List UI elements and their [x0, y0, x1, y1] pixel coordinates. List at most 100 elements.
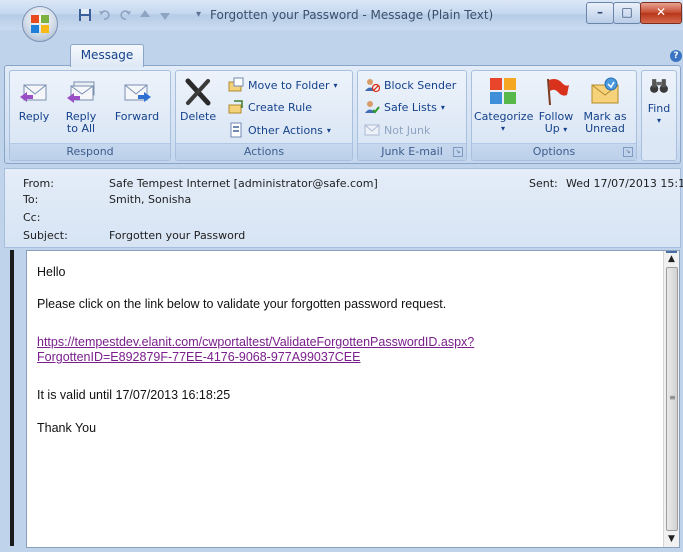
- save-icon[interactable]: [78, 8, 92, 22]
- actions-group-label: Actions: [176, 143, 352, 160]
- actions-group: Delete Move to Folder ▾ Create Rule Othe…: [175, 70, 353, 161]
- flag-icon: [547, 78, 569, 106]
- chevron-down-icon: ▾: [500, 124, 505, 133]
- body-instruction: Please click on the link below to valida…: [37, 297, 447, 311]
- reply-all-label-2: to All: [66, 122, 96, 135]
- categorize-button[interactable]: Categorize ▾: [474, 75, 534, 135]
- grip-icon: ≡: [669, 393, 676, 402]
- find-button[interactable]: Find ▾: [642, 75, 676, 127]
- other-actions-button[interactable]: Other Actions ▾: [228, 122, 331, 138]
- office-button[interactable]: [22, 6, 58, 42]
- to-value[interactable]: Smith, Sonisha: [109, 193, 191, 206]
- minimize-icon: –: [597, 5, 603, 19]
- validation-link-line-2[interactable]: ForgottenID=E892879F-77EE-4176-9068-977A…: [37, 350, 361, 364]
- sent-value: Wed 17/07/2013 15:18: [566, 177, 683, 190]
- respond-group-label: Respond: [10, 143, 170, 160]
- other-actions-icon: [230, 122, 242, 138]
- delete-label: Delete: [180, 110, 217, 123]
- chevron-down-icon: ▾: [563, 125, 568, 134]
- not-junk-label: Not Junk: [384, 123, 431, 137]
- help-icon[interactable]: ?: [670, 50, 682, 62]
- sent-label: Sent:: [529, 177, 558, 190]
- from-value[interactable]: Safe Tempest Internet [administrator@saf…: [109, 177, 378, 190]
- office-logo-icon: [31, 15, 49, 33]
- reply-label: Reply: [18, 110, 50, 123]
- mark-unread-envelope-icon: [591, 77, 619, 104]
- delete-button[interactable]: Delete: [180, 75, 216, 123]
- find-label: Find: [647, 102, 671, 115]
- body-greeting: Hello: [37, 265, 66, 279]
- block-sender-label: Block Sender: [384, 78, 457, 92]
- validation-link[interactable]: https://tempestdev.elanit.com/cwportalte…: [37, 335, 474, 365]
- subject-value: Forgotten your Password: [109, 229, 246, 242]
- close-button[interactable]: ✕: [640, 2, 682, 24]
- maximize-button[interactable]: □: [613, 2, 641, 24]
- scrollbar-thumb[interactable]: ≡: [666, 267, 678, 531]
- binoculars-icon: [650, 79, 668, 93]
- forward-button[interactable]: Forward: [110, 75, 164, 123]
- cc-label: Cc:: [23, 211, 41, 224]
- reading-pane-edge: [10, 250, 14, 546]
- maximize-icon: □: [621, 5, 633, 19]
- follow-up-button[interactable]: Follow Up ▾: [534, 75, 578, 136]
- options-group-label: Options: [472, 143, 636, 160]
- not-junk-icon: [364, 124, 380, 136]
- scrollbar-top-edge: [666, 251, 677, 253]
- redo-icon[interactable]: [118, 8, 132, 22]
- safe-lists-button[interactable]: Safe Lists ▾: [364, 99, 445, 115]
- down-arrow-icon[interactable]: [158, 8, 172, 22]
- body-validity: It is valid until 17/07/2013 16:18:25: [37, 388, 231, 402]
- reply-button[interactable]: Reply: [14, 75, 54, 123]
- mark-unread-label-2: Unread: [585, 122, 625, 135]
- quick-access-toolbar: [78, 6, 172, 24]
- customize-qat-icon[interactable]: ▾: [196, 9, 201, 20]
- junk-email-group-label: Junk E-mail: [358, 143, 466, 160]
- safe-lists-icon: [365, 101, 380, 114]
- follow-up-label-2-row: Up ▾: [534, 123, 578, 136]
- tab-message[interactable]: Message: [70, 44, 144, 67]
- close-icon: ✕: [655, 5, 667, 19]
- reply-all-icon: [67, 81, 95, 103]
- create-rule-label: Create Rule: [248, 100, 312, 114]
- follow-up-label-2: Up: [544, 122, 560, 135]
- mark-as-unread-button[interactable]: Mark as Unread: [580, 75, 630, 135]
- body-closing: Thank You: [37, 421, 97, 435]
- to-label: To:: [23, 193, 39, 206]
- chevron-down-icon: ▾: [656, 116, 661, 125]
- move-to-folder-label: Move to Folder: [248, 78, 330, 92]
- message-body-pane[interactable]: Hello Please click on the link below to …: [26, 250, 680, 548]
- move-folder-icon: [228, 77, 244, 92]
- other-actions-label: Other Actions: [248, 123, 323, 137]
- not-junk-button[interactable]: Not Junk: [364, 122, 430, 138]
- message-header: From: Safe Tempest Internet [administrat…: [4, 168, 683, 248]
- scroll-down-arrow-icon[interactable]: ▼: [666, 534, 677, 544]
- subject-label: Subject:: [23, 229, 68, 242]
- options-group: Categorize ▾ Follow Up ▾ Mark as Unread …: [471, 70, 637, 161]
- up-arrow-icon[interactable]: [138, 8, 152, 22]
- validation-link-line-1[interactable]: https://tempestdev.elanit.com/cwportalte…: [37, 335, 474, 349]
- scroll-up-arrow-icon[interactable]: ▲: [666, 254, 677, 264]
- title-bar: ▾ Forgotten your Password - Message (Pla…: [0, 0, 683, 30]
- move-to-folder-button[interactable]: Move to Folder ▾: [228, 77, 338, 93]
- categorize-icon: [490, 78, 516, 104]
- vertical-scrollbar[interactable]: ▲ ≡ ▼: [663, 251, 679, 547]
- options-dialog-launcher-icon[interactable]: ↘: [623, 147, 633, 157]
- reply-all-button[interactable]: Reply to All: [58, 75, 104, 135]
- forward-icon: [124, 84, 151, 102]
- safe-lists-label: Safe Lists: [384, 100, 437, 114]
- chevron-down-icon: ▾: [326, 125, 331, 135]
- window-title: Forgotten your Password - Message (Plain…: [210, 8, 494, 22]
- from-label: From:: [23, 177, 54, 190]
- chevron-down-icon: ▾: [440, 102, 445, 112]
- categorize-label: Categorize: [474, 110, 534, 123]
- forward-label: Forward: [114, 110, 160, 123]
- chevron-down-icon: ▾: [333, 80, 338, 90]
- find-group: Find ▾: [641, 70, 677, 161]
- reply-icon: [20, 84, 47, 102]
- undo-icon[interactable]: [98, 8, 112, 22]
- create-rule-button[interactable]: Create Rule: [228, 99, 312, 115]
- junk-dialog-launcher-icon[interactable]: ↘: [453, 147, 463, 157]
- block-sender-button[interactable]: Block Sender: [364, 77, 456, 93]
- minimize-button[interactable]: –: [586, 2, 614, 24]
- create-rule-icon: [228, 100, 243, 114]
